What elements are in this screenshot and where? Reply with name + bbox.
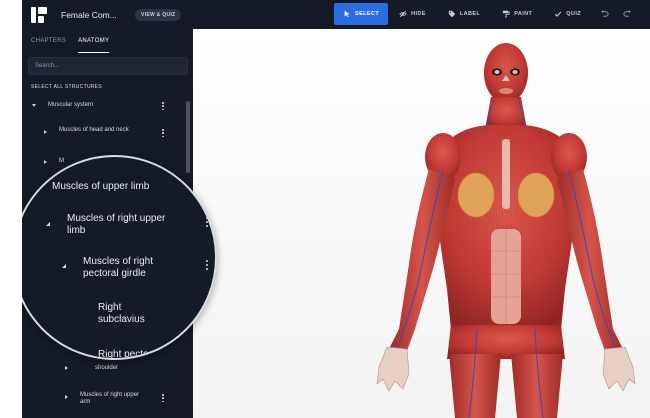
- magnified-tree-item-upper-limb[interactable]: Muscles of upper limb: [52, 181, 149, 193]
- chevron-right-icon[interactable]: [65, 366, 68, 370]
- model-title[interactable]: Female Com...: [61, 10, 125, 20]
- more-options-icon[interactable]: [206, 260, 209, 270]
- label-tool-button[interactable]: LABEL: [437, 3, 491, 25]
- model-viewport[interactable]: [193, 29, 650, 418]
- magnified-tree-item-right-upper-limb[interactable]: Muscles of right upper limb: [67, 213, 167, 237]
- tree-item-muscular-system[interactable]: Muscular system: [22, 99, 187, 127]
- view-quiz-mode-button[interactable]: VIEW & QUIZ: [135, 8, 182, 21]
- app-logo-icon[interactable]: [31, 6, 47, 23]
- chevron-right-icon[interactable]: [44, 160, 47, 164]
- tree-item-label: Muscles of head and neck: [59, 127, 129, 133]
- head-muscles[interactable]: [484, 43, 528, 103]
- chevron-down-icon[interactable]: [46, 222, 50, 226]
- quiz-tool-button[interactable]: QUIZ: [543, 3, 592, 25]
- history-controls: [600, 9, 632, 18]
- quiz-tool-label: QUIZ: [566, 11, 582, 17]
- tool-group: SELECT HIDE LABEL PAINT QUIZ: [334, 3, 592, 25]
- search-input[interactable]: Search...: [28, 57, 188, 75]
- magnified-tree-item-right-subclavius[interactable]: Right subclavius: [98, 302, 168, 326]
- more-options-icon[interactable]: [162, 102, 164, 110]
- chevron-right-icon[interactable]: [44, 130, 47, 134]
- redo-icon[interactable]: [623, 9, 632, 18]
- chevron-right-icon[interactable]: [65, 395, 68, 399]
- hide-tool-label: HIDE: [411, 11, 426, 17]
- tag-icon: [448, 10, 456, 18]
- right-hand[interactable]: [602, 346, 636, 392]
- app-window: Female Com... VIEW & QUIZ SELECT HIDE LA…: [22, 0, 650, 418]
- select-tool-button[interactable]: SELECT: [334, 3, 389, 25]
- tab-anatomy[interactable]: ANATOMY: [78, 38, 110, 53]
- paint-tool-button[interactable]: PAINT: [491, 3, 543, 25]
- tree-item-label: shoulder: [95, 365, 119, 371]
- undo-icon[interactable]: [600, 9, 609, 18]
- check-icon: [555, 11, 562, 17]
- tree-item-label: Muscular system: [48, 102, 94, 108]
- tab-chapters[interactable]: CHAPTERS: [31, 38, 66, 53]
- select-tool-label: SELECT: [355, 11, 380, 17]
- cursor-icon: [344, 10, 350, 18]
- tree-item-label: M: [59, 158, 64, 164]
- anatomy-model[interactable]: [193, 29, 650, 418]
- tree-item-shoulder[interactable]: shoulder: [22, 364, 187, 376]
- more-options-icon[interactable]: [162, 394, 164, 402]
- eye-off-icon: [399, 10, 407, 18]
- label-tool-label: LABEL: [459, 11, 481, 17]
- hide-tool-button[interactable]: HIDE: [388, 3, 437, 25]
- sidebar-scrollbar[interactable]: [186, 101, 190, 173]
- paint-tool-label: PAINT: [514, 11, 533, 17]
- magnified-tree-item-right-pectoral-girdle[interactable]: Muscles of right pectoral girdle: [83, 256, 183, 280]
- left-hand[interactable]: [376, 346, 410, 392]
- select-all-structures-button[interactable]: SELECT ALL STRUCTURES: [31, 84, 102, 90]
- tree-item-right-upper-arm[interactable]: Muscles of right upper arm: [22, 392, 187, 414]
- chevron-down-icon[interactable]: [32, 104, 36, 107]
- tree-item-label: Muscles of right upper arm: [80, 392, 140, 405]
- top-toolbar: Female Com... VIEW & QUIZ SELECT HIDE LA…: [22, 0, 650, 29]
- pelvis-muscles[interactable]: [447, 325, 565, 359]
- tree-item-head-neck[interactable]: Muscles of head and neck: [22, 127, 187, 157]
- chevron-down-icon[interactable]: [62, 264, 66, 268]
- neck-muscles[interactable]: [485, 97, 527, 129]
- sidebar-tabs: CHAPTERS ANATOMY: [22, 29, 193, 53]
- more-options-icon[interactable]: [206, 217, 209, 227]
- more-options-icon[interactable]: [162, 129, 164, 137]
- paint-icon: [503, 10, 510, 18]
